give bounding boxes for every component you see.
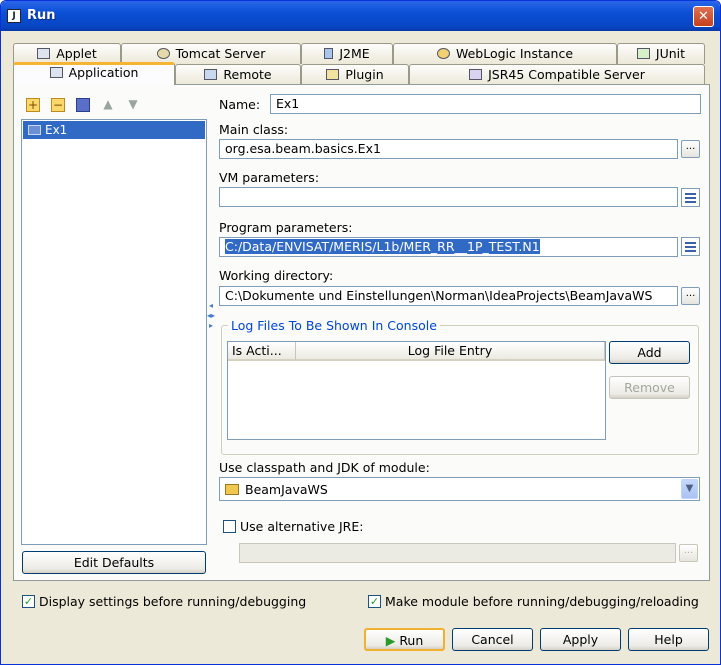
applet-icon (37, 48, 51, 59)
config-tree[interactable]: Ex1 (21, 119, 207, 545)
run-dialog: J Run ✕ Applet Tomcat Server J2ME WebLog… (0, 0, 721, 665)
main-class-label: Main class: (219, 122, 289, 137)
make-module-checkbox[interactable]: ✓ (368, 595, 381, 608)
tab-applet[interactable]: Applet (13, 43, 121, 64)
cancel-button[interactable]: Cancel (452, 628, 533, 651)
add-log-button[interactable]: Add (609, 341, 690, 364)
log-files-table[interactable]: Is Acti... Log File Entry (227, 341, 606, 440)
edit-list-icon[interactable] (681, 188, 700, 207)
jsr45-icon (469, 69, 483, 80)
arrow-up-icon[interactable]: ▲ (101, 98, 115, 112)
folder-icon (28, 125, 41, 135)
tree-item-ex1[interactable]: Ex1 (23, 121, 205, 139)
column-is-active[interactable]: Is Acti... (228, 342, 296, 361)
window-title: Run (27, 8, 56, 23)
name-input[interactable]: Ex1 (270, 94, 701, 114)
plugin-icon (326, 69, 340, 80)
title-bar: J Run ✕ (1, 1, 720, 31)
weblogic-icon (436, 48, 450, 59)
apply-button[interactable]: Apply (540, 628, 621, 651)
module-select[interactable]: BeamJavaWS ▼ (219, 477, 700, 501)
tab-jsr45[interactable]: JSR45 Compatible Server (409, 64, 705, 85)
edit-defaults-button[interactable]: Edit Defaults (22, 551, 206, 574)
help-button[interactable]: Help (628, 628, 709, 651)
module-value: BeamJavaWS (245, 482, 328, 497)
vm-parameters-label: VM parameters: (219, 170, 320, 185)
tab-application[interactable]: Application (13, 62, 175, 85)
alt-jre-checkbox[interactable] (223, 520, 236, 533)
module-icon (225, 484, 239, 495)
main-class-input[interactable]: org.esa.beam.basics.Ex1 (219, 139, 678, 159)
arrow-down-icon[interactable]: ▼ (126, 98, 140, 112)
log-files-title: Log Files To Be Shown In Console (228, 318, 440, 333)
tab-junit[interactable]: JUnit (617, 43, 705, 64)
application-icon (49, 67, 63, 78)
tomcat-icon (156, 48, 170, 59)
name-label: Name: (219, 97, 261, 112)
column-log-file-entry[interactable]: Log File Entry (296, 342, 605, 361)
remove-log-button[interactable]: Remove (609, 376, 690, 399)
run-button[interactable]: ▶ Run (364, 628, 445, 651)
save-icon[interactable] (76, 98, 90, 112)
edit-list-icon[interactable] (681, 237, 700, 256)
j2me-icon (324, 48, 334, 59)
remote-icon (204, 69, 218, 80)
vm-parameters-input[interactable] (219, 187, 678, 207)
tab-remote[interactable]: Remote (175, 64, 301, 85)
alt-jre-label: Use alternative JRE: (240, 519, 364, 534)
play-icon: ▶ (385, 633, 396, 648)
browse-jre-button[interactable]: ... (679, 544, 698, 562)
program-parameters-input[interactable]: C:/Data/ENVISAT/MERIS/L1b/MER_RR__1P_TES… (219, 237, 678, 257)
tab-j2me[interactable]: J2ME (301, 43, 393, 64)
plus-icon[interactable]: + (26, 98, 40, 112)
program-parameters-value: C:/Data/ENVISAT/MERIS/L1b/MER_RR__1P_TES… (225, 239, 540, 254)
display-settings-checkbox[interactable]: ✓ (22, 595, 35, 608)
close-button[interactable]: ✕ (693, 6, 714, 27)
chevron-down-icon[interactable]: ▼ (681, 479, 698, 499)
browse-main-class-button[interactable]: ... (681, 140, 700, 158)
working-directory-input[interactable]: C:\Dokumente und Einstellungen\Norman\Id… (219, 286, 678, 306)
app-icon: J (7, 9, 21, 23)
tab-tomcat-server[interactable]: Tomcat Server (121, 43, 301, 64)
module-label: Use classpath and JDK of module: (219, 460, 430, 475)
tab-weblogic-instance[interactable]: WebLogic Instance (393, 43, 617, 64)
browse-working-directory-button[interactable]: ... (681, 287, 700, 305)
make-module-label: Make module before running/debugging/rel… (385, 594, 699, 609)
junit-icon (636, 48, 650, 59)
tab-plugin[interactable]: Plugin (301, 64, 409, 85)
splitter-handle[interactable]: ◂ ◂▸ ▸ (207, 301, 215, 371)
alt-jre-input[interactable] (239, 543, 676, 563)
minus-icon[interactable]: − (51, 98, 65, 112)
working-directory-label: Working directory: (219, 268, 334, 283)
program-parameters-label: Program parameters: (219, 220, 353, 235)
display-settings-label: Display settings before running/debuggin… (39, 594, 307, 609)
